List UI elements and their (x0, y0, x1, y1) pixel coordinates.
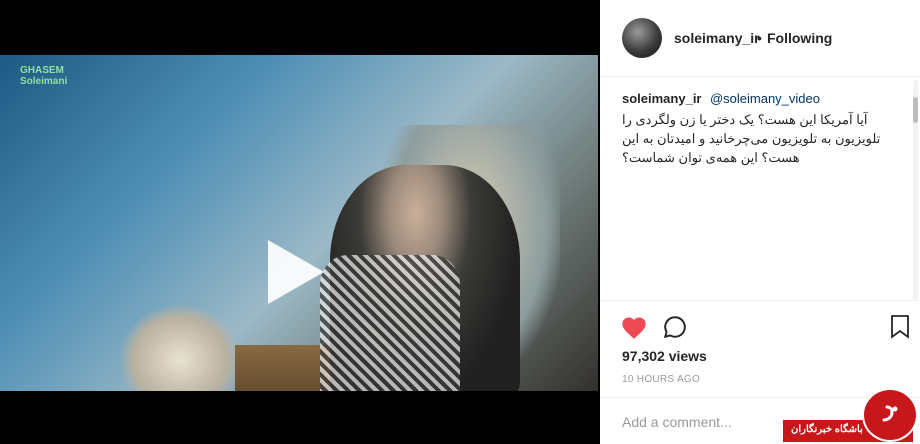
source-badge-text: باشگاه خبرنگاران (791, 424, 863, 435)
media-panel: GHASEM Soleimani (0, 0, 600, 444)
source-logo-icon (862, 388, 918, 442)
play-icon[interactable] (268, 240, 324, 304)
add-comment-input[interactable]: Add a comment... (622, 414, 732, 430)
caption-username[interactable]: soleimany_ir (622, 91, 702, 106)
logo-mark-icon (882, 405, 898, 422)
avatar[interactable] (622, 18, 662, 58)
post-sidebar: soleimany_ir • Following soleimany_ir @s… (600, 0, 920, 444)
caption-mention[interactable]: @soleimany_video (710, 91, 820, 106)
caption-text: آیا آمریکا این هست؟ یک دختر یا زن ولگردی… (622, 112, 881, 165)
podium-calligraphy (120, 305, 240, 391)
bookmark-icon[interactable] (890, 315, 910, 339)
comment-icon[interactable] (662, 314, 688, 340)
scrollbar-thumb[interactable] (913, 97, 918, 123)
heart-icon[interactable] (620, 314, 648, 342)
watermark-line2: Soleimani (20, 76, 68, 87)
video-watermark: GHASEM Soleimani (20, 65, 67, 87)
post-header: soleimany_ir • Following (600, 0, 920, 77)
speaker-scarf (320, 255, 460, 391)
post-timestamp: 10 HOURS AGO (622, 374, 701, 385)
header-username[interactable]: soleimany_ir (674, 30, 760, 46)
actions-divider (600, 300, 920, 302)
header-separator: • (757, 30, 762, 46)
video-player[interactable]: GHASEM Soleimani (0, 55, 598, 391)
view-count: 97,302 views (622, 348, 707, 364)
following-button[interactable]: Following (767, 30, 832, 46)
post-caption: soleimany_ir @soleimany_video آیا آمریکا… (622, 90, 907, 167)
watermark-line1: GHASEM (20, 65, 64, 76)
